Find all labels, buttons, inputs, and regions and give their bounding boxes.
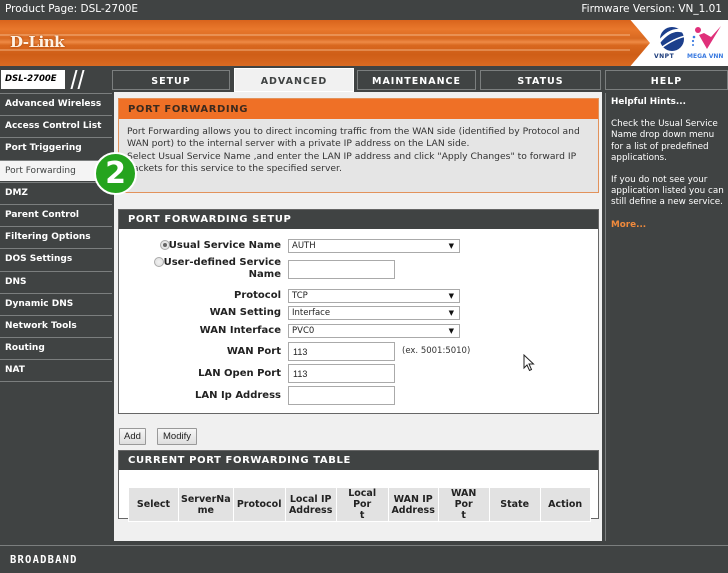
wan-interface-label: WAN Interface [199, 325, 281, 336]
hints-paragraph-1: Check the Usual Service Name drop down m… [611, 119, 718, 163]
usual-service-label: Usual Service Name [168, 240, 281, 251]
dlink-logo: D-Link [10, 33, 65, 51]
dropdown-arrow-icon: ▼ [448, 309, 454, 317]
tab-help[interactable]: HELP [605, 70, 728, 90]
col-state: State [489, 488, 540, 521]
top-bar: Product Page: DSL-2700E Firmware Version… [0, 0, 728, 18]
vnpt-logo-icon [657, 27, 687, 51]
hints-title: Helpful Hints... [611, 97, 686, 107]
sidebar: Advanced Wireless Access Control List Po… [0, 93, 112, 384]
sidebar-item-dos-settings[interactable]: DOS Settings [0, 248, 112, 270]
wan-setting-select[interactable]: Interface ▼ [288, 306, 460, 320]
firmware-version-label: Firmware Version: VN_1.01 [581, 3, 722, 15]
table-title: CURRENT PORT FORWARDING TABLE [119, 451, 598, 470]
col-local-ip: Local IP Address [285, 488, 336, 521]
tab-status[interactable]: STATUS [480, 70, 601, 90]
user-defined-service-input[interactable] [288, 260, 395, 279]
wan-setting-row: WAN Setting Interface ▼ [119, 305, 600, 321]
table-header-row: Select ServerNa me Protocol Local IP Addre… [129, 488, 590, 521]
col-select: Select [129, 488, 178, 521]
helpful-hints-panel: Helpful Hints... Check the Usual Service… [605, 93, 728, 541]
dropdown-arrow-icon: ▼ [448, 292, 454, 300]
model-slashes-decoration [65, 70, 109, 89]
sidebar-item-dynamic-dns[interactable]: Dynamic DNS [0, 292, 112, 314]
partner-logos: VNPT MEGA VNN [652, 22, 726, 64]
wan-interface-row: WAN Interface PVC0 ▼ [119, 323, 600, 339]
port-forwarding-setup-panel: PORT FORWARDING SETUP Usual Service Name… [118, 209, 599, 414]
wan-port-input[interactable] [288, 342, 395, 361]
add-button[interactable]: Add [119, 428, 146, 445]
protocol-value: TCP [292, 291, 308, 301]
sidebar-item-network-tools[interactable]: Network Tools [0, 314, 112, 336]
mouse-cursor-icon [523, 354, 535, 372]
product-page-label: Product Page: DSL-2700E [5, 3, 139, 15]
vnpt-text: VNPT [654, 53, 675, 60]
port-forwarding-description: Port Forwarding allows you to direct inc… [119, 119, 598, 176]
usual-service-select[interactable]: AUTH ▼ [288, 239, 460, 253]
wan-interface-select[interactable]: PVC0 ▼ [288, 324, 460, 338]
sidebar-item-access-control-list[interactable]: Access Control List [0, 115, 112, 137]
hints-paragraph-2: If you do not see your application liste… [611, 175, 724, 208]
tab-advanced[interactable]: ADVANCED [234, 68, 354, 92]
col-protocol: Protocol [233, 488, 285, 521]
usual-service-value: AUTH [292, 241, 316, 251]
lan-open-port-label: LAN Open Port [198, 368, 281, 379]
tab-setup[interactable]: SETUP [112, 70, 230, 90]
mega-vnn-logo-icon [691, 26, 721, 49]
footer-broadband-label: BROADBAND [10, 554, 78, 566]
usual-service-row: Usual Service Name AUTH ▼ [119, 238, 600, 254]
lan-ip-row: LAN Ip Address [119, 386, 600, 406]
setup-title: PORT FORWARDING SETUP [119, 210, 598, 229]
port-forwarding-title: PORT FORWARDING [119, 99, 598, 119]
lan-open-port-input[interactable] [288, 364, 395, 383]
col-wan-port: WAN Por t [438, 488, 489, 521]
banner-orange-bar [0, 20, 650, 66]
sidebar-item-dmz[interactable]: DMZ [0, 181, 112, 203]
col-wan-ip: WAN IP Address [388, 488, 438, 521]
sidebar-item-dns[interactable]: DNS [0, 270, 112, 292]
sidebar-item-routing[interactable]: Routing [0, 337, 112, 359]
dropdown-arrow-icon: ▼ [448, 327, 454, 335]
banner: D-Link VNPT MEGA VNN [0, 20, 728, 66]
user-defined-service-row: User-defined Service Name [119, 255, 600, 287]
model-name: DSL-2700E [5, 74, 57, 84]
protocol-row: Protocol TCP ▼ [119, 288, 600, 304]
sidebar-divider [0, 381, 112, 383]
protocol-label: Protocol [233, 290, 281, 301]
wan-interface-value: PVC0 [292, 326, 315, 336]
lan-ip-label: LAN Ip Address [195, 390, 281, 401]
lan-ip-input[interactable] [288, 386, 395, 405]
main-content: PORT FORWARDING Port Forwarding allows y… [114, 92, 602, 541]
sidebar-item-port-triggering[interactable]: Port Triggering [0, 137, 112, 159]
sidebar-item-advanced-wireless[interactable]: Advanced Wireless [0, 93, 112, 114]
wan-setting-label: WAN Setting [209, 307, 281, 318]
mega-vnn-text: MEGA VNN [687, 53, 724, 60]
sidebar-item-filtering-options[interactable]: Filtering Options [0, 226, 112, 248]
step-number-badge: 2 [94, 152, 137, 195]
col-action: Action [540, 488, 590, 521]
sidebar-item-nat[interactable]: NAT [0, 359, 112, 381]
dropdown-arrow-icon: ▼ [448, 242, 454, 250]
footer: BROADBAND [0, 545, 728, 573]
router-admin-page: Product Page: DSL-2700E Firmware Version… [0, 0, 728, 573]
sidebar-item-parent-control[interactable]: Parent Control [0, 203, 112, 225]
hints-more-link[interactable]: More... [611, 220, 646, 230]
tab-maintenance[interactable]: MAINTENANCE [357, 70, 476, 90]
wan-port-hint: (ex. 5001:5010) [402, 346, 471, 356]
port-forwarding-table-panel: CURRENT PORT FORWARDING TABLE Select Ser… [118, 450, 599, 522]
col-local-port: Local Por t [336, 488, 388, 521]
description-paragraph-1: Port Forwarding allows you to direct inc… [127, 126, 580, 150]
port-forwarding-info-box: PORT FORWARDING Port Forwarding allows y… [118, 98, 599, 193]
description-paragraph-2: Select Usual Service Name ,and enter the… [127, 150, 577, 175]
port-forwarding-table: Select ServerNa me Protocol Local IP Addre… [128, 487, 591, 522]
user-defined-service-label-line2: Name [248, 269, 281, 280]
model-badge: DSL-2700E [0, 69, 109, 90]
wan-setting-value: Interface [292, 308, 331, 318]
user-defined-service-radio[interactable] [154, 257, 164, 267]
modify-button[interactable]: Modify [157, 428, 197, 445]
wan-port-label: WAN Port [226, 346, 281, 357]
protocol-select[interactable]: TCP ▼ [288, 289, 460, 303]
col-server-name: ServerNa me [179, 488, 233, 521]
